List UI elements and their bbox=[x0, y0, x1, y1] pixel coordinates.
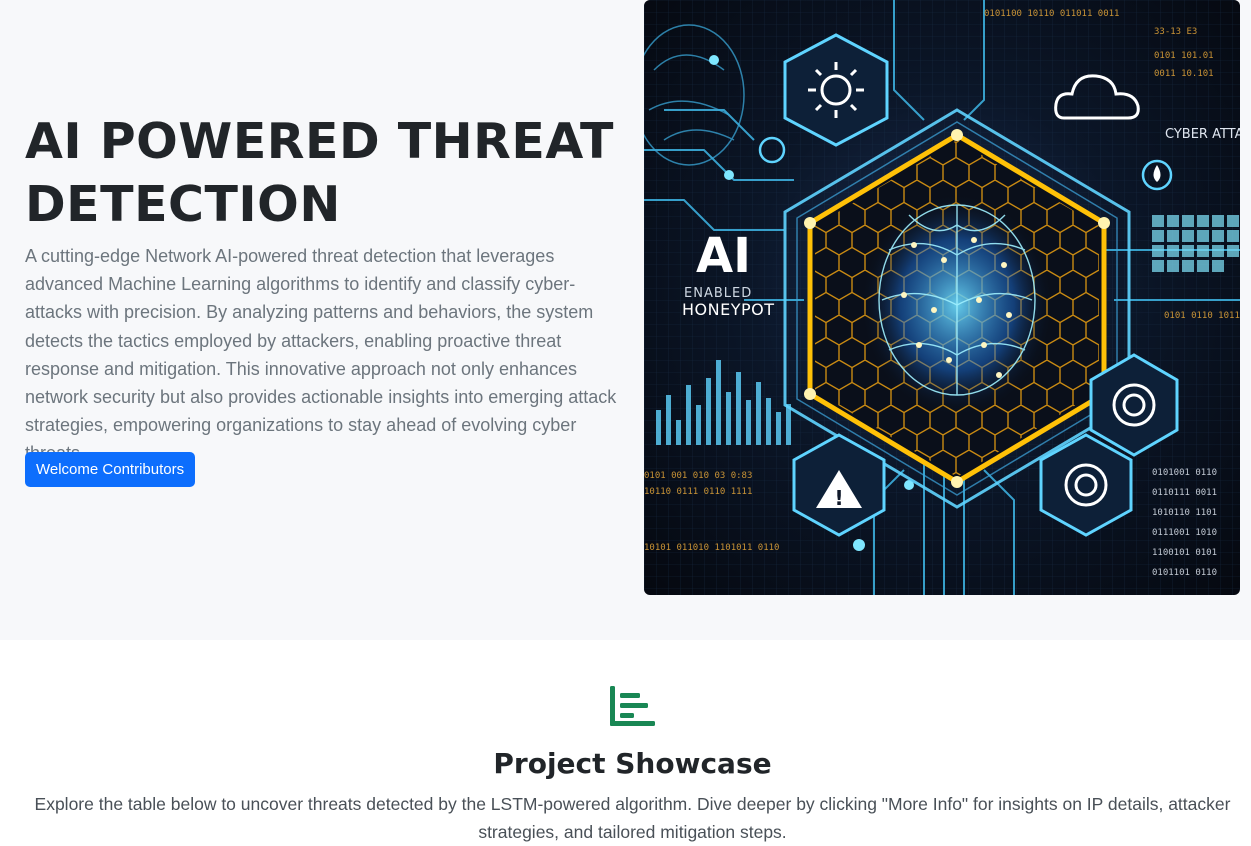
hero-image-cyber-text: CYBER ATTA bbox=[1165, 127, 1240, 142]
svg-text:10110 0111 0110 1111: 10110 0111 0110 1111 bbox=[644, 487, 752, 497]
welcome-contributors-button[interactable]: Welcome Contributors bbox=[25, 452, 196, 487]
svg-text:0011 10.101: 0011 10.101 bbox=[1154, 69, 1214, 79]
hero-image-ai-text: AI bbox=[696, 228, 751, 284]
showcase-title: Project Showcase bbox=[493, 747, 772, 780]
svg-text:0101 0110 1011: 0101 0110 1011 bbox=[1164, 311, 1240, 321]
svg-text:33-13 E3: 33-13 E3 bbox=[1154, 27, 1197, 37]
bar-chart-steps-icon bbox=[610, 686, 655, 726]
hero-image: 0101100 10110 011011 0011 33-13 E3 0101 … bbox=[644, 0, 1240, 595]
hero-title: AI POWERED THREAT DETECTION bbox=[25, 113, 614, 233]
svg-text:0101100 10110 011011 0011: 0101100 10110 011011 0011 bbox=[984, 9, 1119, 19]
svg-text:0101101 0110: 0101101 0110 bbox=[1152, 568, 1217, 578]
hero-image-subtitle-line2: HONEYPOT bbox=[682, 300, 775, 319]
svg-text:0101 101.01: 0101 101.01 bbox=[1154, 51, 1214, 61]
svg-text:0101001 0110: 0101001 0110 bbox=[1152, 468, 1217, 478]
hero-section: AI POWERED THREAT DETECTION A cutting-ed… bbox=[0, 0, 1251, 640]
svg-text:0111001 1010: 0111001 1010 bbox=[1152, 528, 1217, 538]
svg-text:0110111 0011: 0110111 0011 bbox=[1152, 488, 1217, 498]
svg-text:10101 011010 1101011 0110: 10101 011010 1101011 0110 bbox=[644, 543, 779, 553]
svg-text:!: ! bbox=[834, 486, 843, 510]
hero-description: A cutting-edge Network AI-powered threat… bbox=[25, 246, 617, 463]
svg-text:1010110 1101: 1010110 1101 bbox=[1152, 508, 1217, 518]
hero-image-subtitle-line1: ENABLED bbox=[684, 286, 752, 301]
svg-text:0101 001 010 03 0:83: 0101 001 010 03 0:83 bbox=[644, 471, 752, 481]
showcase-description: Explore the table below to uncover threa… bbox=[34, 794, 1231, 842]
svg-text:1100101 0101: 1100101 0101 bbox=[1152, 548, 1217, 558]
